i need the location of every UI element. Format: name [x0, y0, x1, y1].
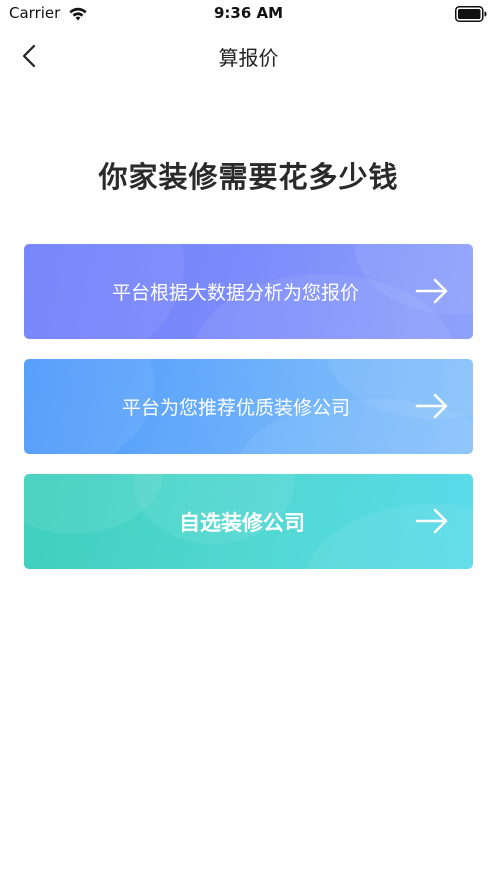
- status-bar: Carrier 9:36 AM: [0, 0, 497, 28]
- arrow-right-icon: [415, 393, 448, 419]
- option-choose-company-button[interactable]: 自选装修公司: [24, 474, 473, 569]
- arrow-right-icon: [415, 508, 448, 534]
- option-label: 平台为您推荐优质装修公司: [122, 397, 351, 419]
- option-recommend-company-button[interactable]: 平台为您推荐优质装修公司: [24, 359, 473, 454]
- option-smart-quote-button[interactable]: 平台根据大数据分析为您报价: [24, 244, 473, 339]
- option-label: 自选装修公司: [179, 510, 305, 535]
- arrow-right-icon: [415, 278, 448, 304]
- nav-bar: 算报价: [0, 28, 497, 84]
- status-time: 9:36 AM: [213, 4, 284, 22]
- option-label: 平台根据大数据分析为您报价: [112, 282, 360, 304]
- page-title: 算报价: [218, 46, 279, 70]
- battery-icon: [455, 6, 487, 22]
- headline: 你家装修需要花多少钱: [98, 160, 399, 194]
